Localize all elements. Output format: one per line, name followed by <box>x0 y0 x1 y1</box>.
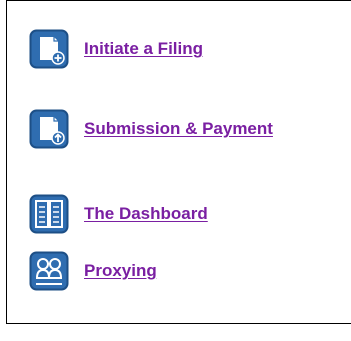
navigation-panel: Initiate a Filing Submission & Payment T… <box>6 0 351 324</box>
dashboard-icon[interactable] <box>29 194 69 234</box>
nav-item-dashboard[interactable]: The Dashboard <box>29 194 208 234</box>
proxy-users-icon[interactable] <box>29 251 69 291</box>
nav-item-label[interactable]: Initiate a Filing <box>84 39 203 59</box>
nav-item-submission-payment[interactable]: Submission & Payment <box>29 109 273 149</box>
nav-item-proxying[interactable]: Proxying <box>29 251 157 291</box>
nav-item-label[interactable]: The Dashboard <box>84 204 208 224</box>
nav-item-initiate-filing[interactable]: Initiate a Filing <box>29 29 203 69</box>
upload-document-icon[interactable] <box>29 109 69 149</box>
new-document-icon[interactable] <box>29 29 69 69</box>
nav-item-label[interactable]: Proxying <box>84 261 157 281</box>
nav-item-label[interactable]: Submission & Payment <box>84 119 273 139</box>
